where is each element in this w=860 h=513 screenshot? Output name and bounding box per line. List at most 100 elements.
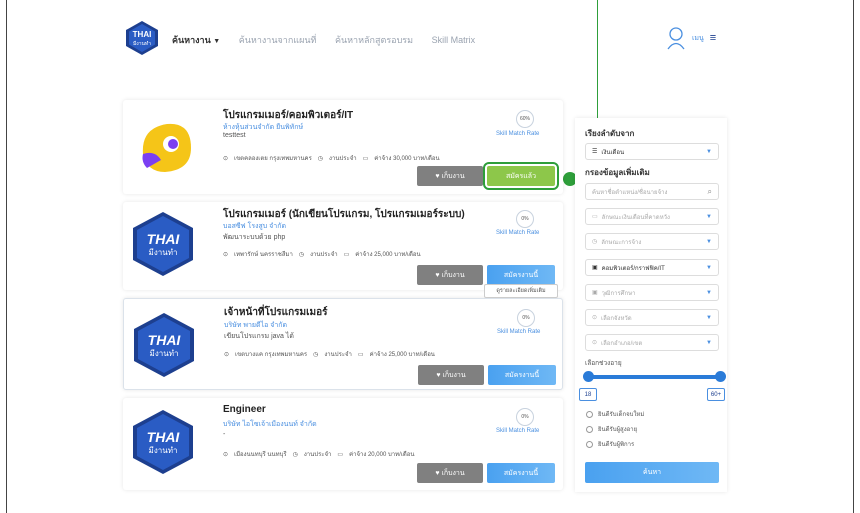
sort-select[interactable]: ☰ เงินเดือน ▼ [585,143,719,160]
save-job-button[interactable]: ♥ เก็บงาน [417,463,483,483]
nav-find-job[interactable]: ค้นหางาน ▼ [172,35,220,45]
age-slider-track[interactable] [587,375,719,379]
job-meta: ⊙ เขตบางแค กรุงเทพมหานคร ◷ งานประจำ ▭ ค่าจ้… [224,349,435,359]
money-icon: ▭ [343,251,350,258]
job-location: เทพารักษ์ นครราชสีมา [234,252,293,258]
radio-disabled[interactable]: ยินดีรับผู้พิการ [586,439,634,449]
province-value: เลือกจังหวัด [601,315,632,322]
money-icon: ▭ [362,155,369,162]
thai-logo[interactable]: THAI มีงานทำ [125,20,159,56]
employment-type-select[interactable]: ◷ ลักษณะการจ้าง ▼ [585,233,719,250]
company-name[interactable]: บอสซีฟ โรงสูบ จำกัด [223,221,286,232]
job-card[interactable]: THAI มีงานทำ Engineer บริษัท ไอโซเจ้าเมื… [123,398,563,490]
nav-skill-matrix[interactable]: Skill Matrix [432,35,476,45]
location-pin-icon: ⊙ [224,351,230,358]
applied-button[interactable]: สมัครแล้ว [483,162,559,190]
location-pin-icon: ⊙ [223,155,229,162]
district-value: เลือกอำเภอ/เขต [601,340,643,347]
age-max-value: 60+ [707,388,725,401]
thai-logo-text: THAI [147,429,181,445]
age-slider-min-handle[interactable] [583,371,594,382]
filter-panel: เรียงลำดับจาก ☰ เงินเดือน ▼ กรองข้อมูลเพิ่… [575,118,727,492]
logo-text-bottom: มีงานทำ [133,40,151,47]
apply-button[interactable]: สมัครงานนี้ [488,365,556,385]
salary-select[interactable]: ▭ ลักษณะเงินเดือนที่คาดหวัง ▼ [585,208,719,225]
job-card[interactable]: THAI มีงานทำ เจ้าหน้าที่โปรแกรมเมอร์ บริ… [123,298,563,390]
radio-circle-icon [586,440,593,448]
job-title[interactable]: โปรแกรมเมอร์ (นักเขียนโปรแกรม, โปรแกรมเม… [223,207,465,222]
match-rate-label: Skill Match Rate [496,230,540,236]
job-type: งานประจำ [310,252,338,258]
job-meta: ⊙ เมืองนนทบุรี นนทบุรี ◷ งานประจำ ▭ ค่าจ้าง… [223,449,414,459]
company-name[interactable]: บริษัท พายดีไอ จำกัด [224,320,287,331]
radio-disabled-label: ยินดีรับผู้พิการ [598,442,635,448]
chevron-down-icon: ▼ [706,148,712,155]
thai-logo-subtext: มีงานทำ [149,446,178,455]
clock-icon: ◷ [317,155,324,162]
match-rate-label: Skill Match Rate [497,329,541,335]
province-select[interactable]: ⊙ เลือกจังหวัด ▼ [585,309,719,326]
save-job-label: เก็บงาน [441,469,465,477]
radio-elderly[interactable]: ยินดีรับผู้สูงอายุ [586,424,637,434]
salary-select-value: ลักษณะเงินเดือนที่คาดหวัง [601,214,670,221]
job-location: เมืองนนทบุรี นนทบุรี [234,452,287,458]
sort-value: เงินเดือน [601,149,625,156]
job-location: เขตคลองเตย กรุงเทพมหานคร [234,156,312,162]
search-input[interactable]: ค้นหาชื่อตำแหน่ง/ชื่อนายจ้าง ⌕ [585,183,719,200]
job-title[interactable]: เจ้าหน้าที่โปรแกรมเมอร์ [224,305,327,320]
sort-lines-icon: ☰ [592,149,598,155]
thai-logo-subtext: มีงานทำ [150,349,179,358]
chevron-down-icon: ▼ [706,314,712,321]
location-pin-icon: ⊙ [223,451,229,458]
district-select[interactable]: ⊙ เลือกอำเภอ/เขต ▼ [585,334,719,351]
hamburger-menu-icon[interactable]: ≡ [710,32,716,44]
location-pin-icon: ⊙ [223,251,229,258]
chevron-down-icon: ▼ [706,339,712,346]
company-logo-bird [142,123,191,172]
match-rate-circle: 0% [516,210,534,228]
nav-course-search[interactable]: ค้นหาหลักสูตรอบรม [335,35,413,45]
save-job-label: เก็บงาน [441,271,465,279]
save-job-button[interactable]: ♥ เก็บงาน [417,265,483,285]
match-rate-label: Skill Match Rate [496,428,540,434]
category-select[interactable]: ▣ คอมพิวเตอร์/กราฟฟิค/IT ▼ [585,259,719,276]
job-wage: ค่าจ้าง 30,000 บาท/เดือน [374,156,440,162]
radio-circle-icon [586,410,593,418]
job-title[interactable]: โปรแกรมเมอร์/คอมพิวเตอร์/IT [223,108,353,123]
details-tooltip: ดูรายละเอียดเพิ่มเติม [484,284,558,298]
age-slider-max-handle[interactable] [715,371,726,382]
company-logo-thai: THAI มีงานทำ [133,410,193,474]
apply-button[interactable]: สมัครงานนี้ [487,463,555,483]
job-card[interactable]: โปรแกรมเมอร์/คอมพิวเตอร์/IT ห้างหุ้นส่วน… [123,100,563,194]
education-select[interactable]: ▣ วุฒิการศึกษา ▼ [585,284,719,301]
education-value: วุฒิการศึกษา [601,290,636,297]
company-name[interactable]: บริษัท ไอโซเจ้าเมืองนนท์ จำกัด [223,419,317,430]
save-job-button[interactable]: ♥ เก็บงาน [418,365,484,385]
employment-type-value: ลักษณะการจ้าง [601,239,642,246]
nav-map-search[interactable]: ค้นหางานจากแผนที่ [239,35,317,45]
job-title[interactable]: Engineer [223,404,266,415]
save-job-label: เก็บงาน [441,172,465,180]
apply-button[interactable]: สมัครงานนี้ [487,265,555,285]
search-button[interactable]: ค้นหา [585,462,719,483]
menu-label[interactable]: เมนู [692,33,704,44]
save-job-button[interactable]: ♥ เก็บงาน [417,166,483,186]
thai-logo-text: THAI [148,332,182,348]
location-pin-icon: ⊙ [592,315,598,321]
category-icon: ▣ [592,265,598,271]
job-wage: ค่าจ้าง 25,000 บาท/เดือน [369,352,435,358]
job-description: testtest [223,132,246,139]
clock-icon: ◷ [298,251,305,258]
money-icon: ▭ [357,351,364,358]
search-icon: ⌕ [707,186,712,196]
main-nav: ค้นหางาน ▼ ค้นหางานจากแผนที่ ค้นหาหลักสู… [172,33,491,47]
job-card[interactable]: THAI มีงานทำ โปรแกรมเมอร์ (นักเขียนโปรแก… [123,202,563,290]
chevron-down-icon: ▼ [213,38,221,45]
radio-new-grads[interactable]: ยินดีรับเด็กจบใหม่ [586,409,644,419]
user-area: เมนู ≡ [666,26,716,50]
user-avatar-icon[interactable] [666,26,686,50]
job-description: พัฒนาระบบด้วย php [223,234,286,241]
radio-elderly-label: ยินดีรับผู้สูงอายุ [598,427,638,433]
money-icon: ▭ [592,214,598,220]
job-description: - [223,431,226,438]
